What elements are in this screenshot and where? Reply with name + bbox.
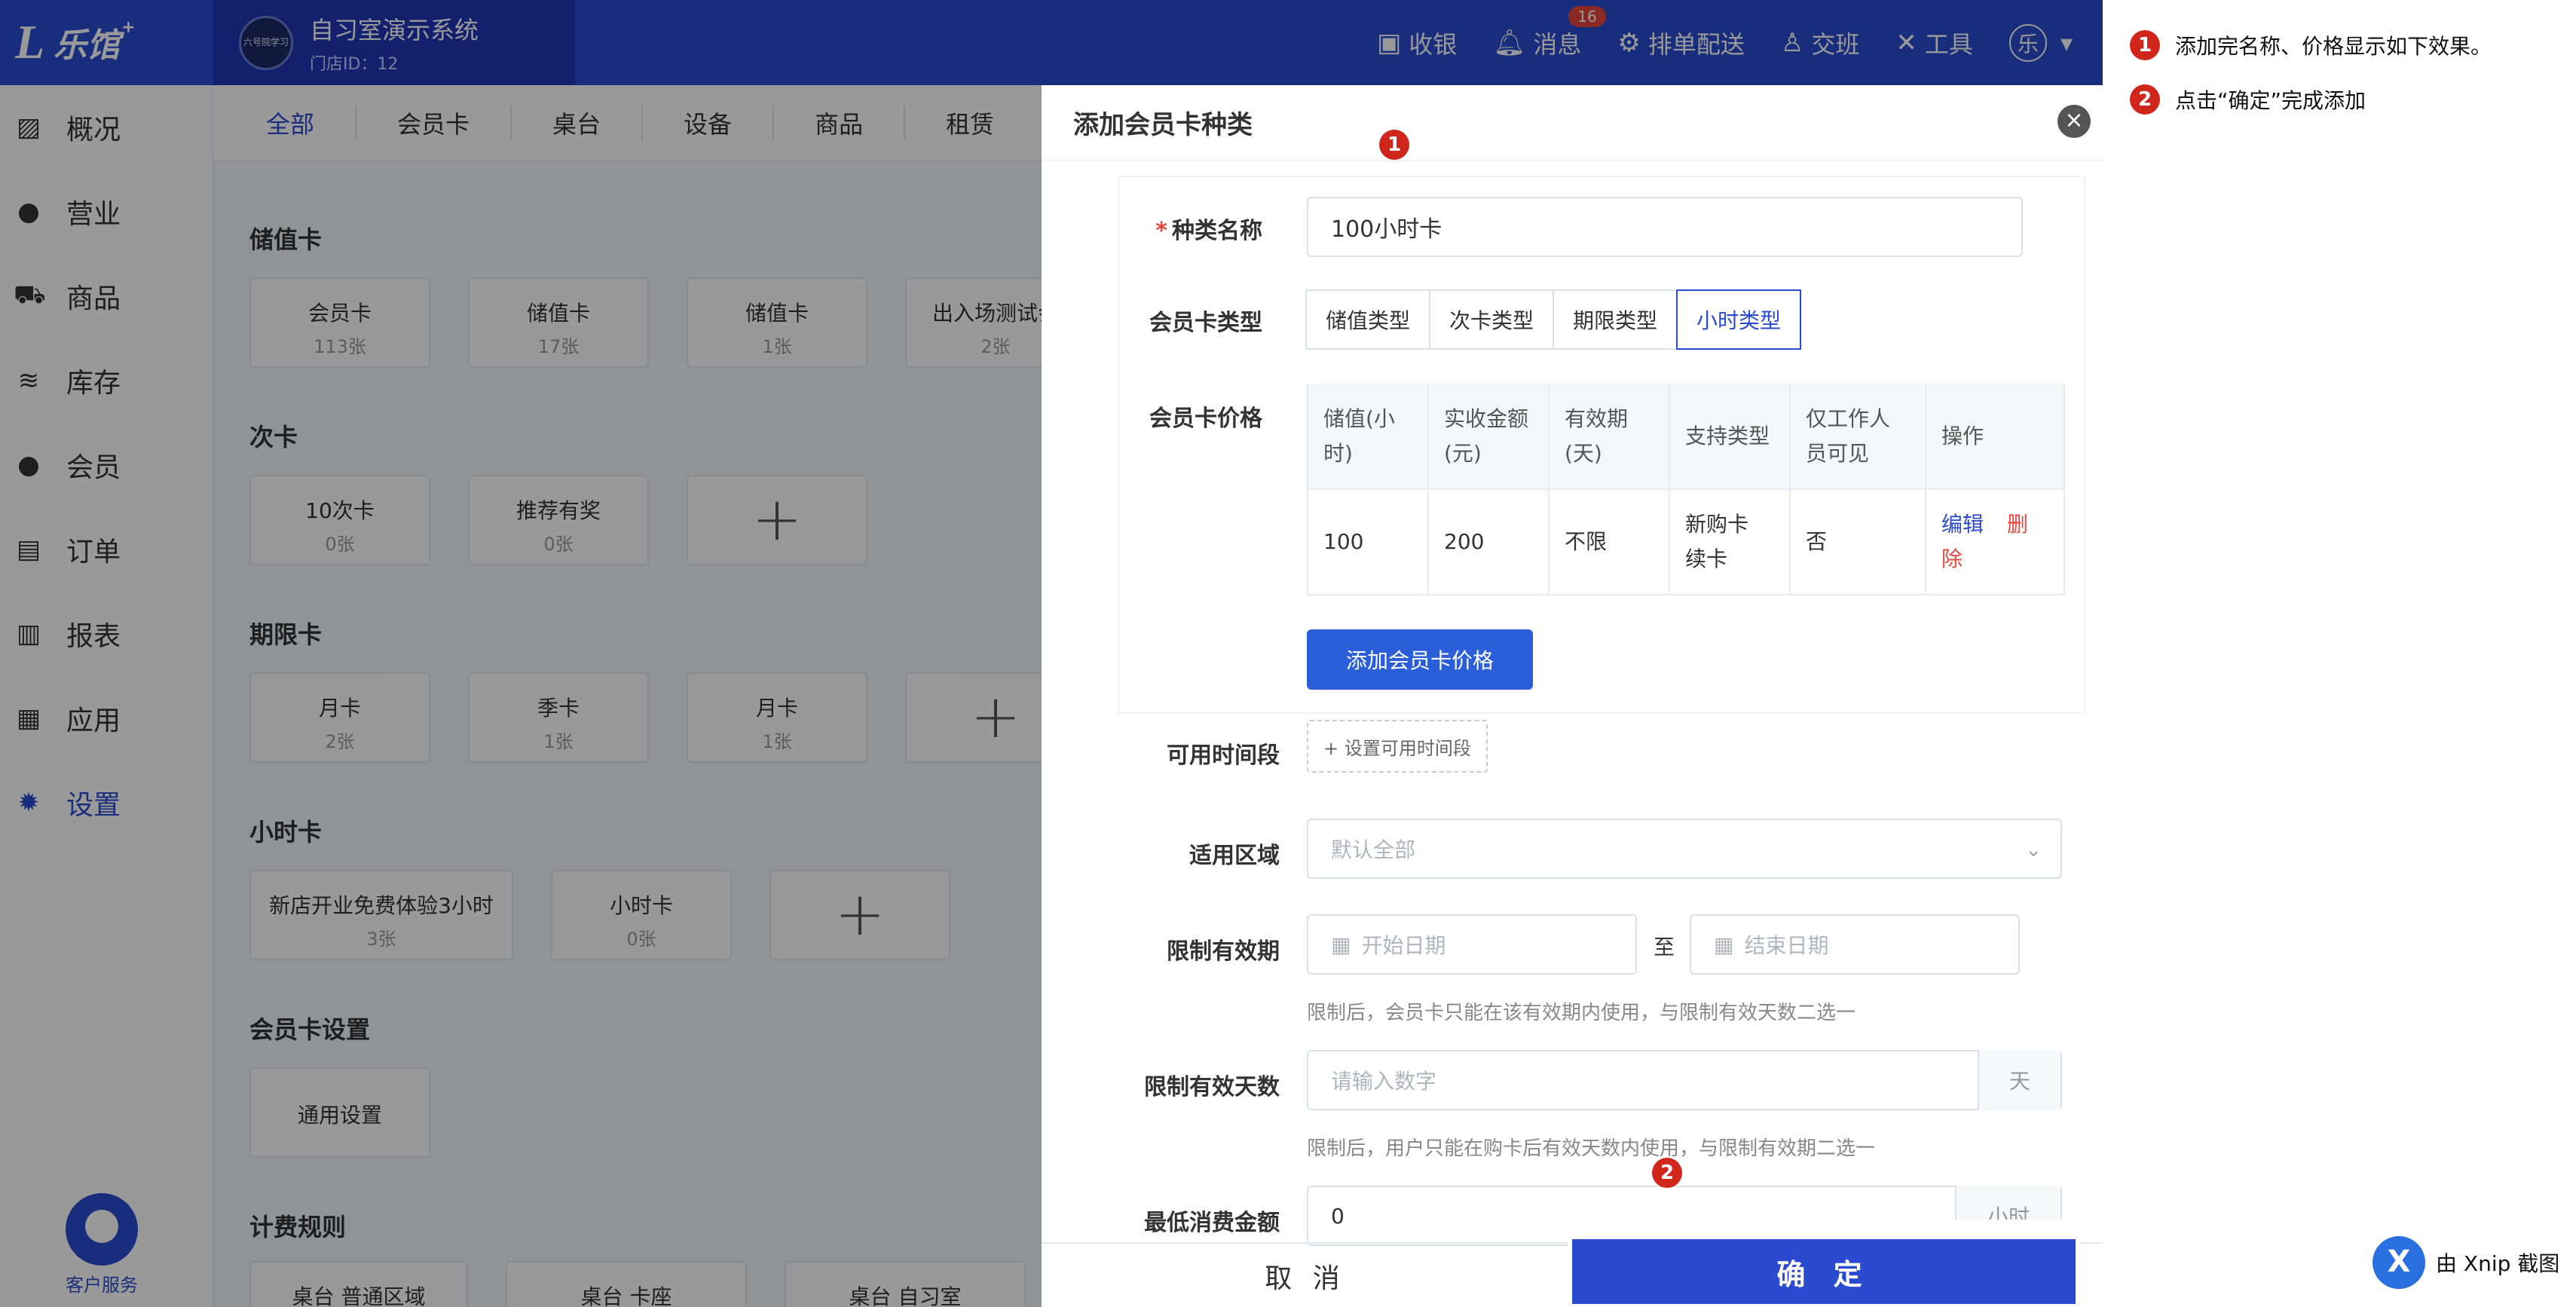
table-row: 100 200 不限 新购卡 续卡 否 编辑 删除 [1308, 489, 2065, 595]
start-date-input[interactable]: ▦ 开始日期 [1307, 914, 1637, 975]
calendar-icon: ▦ [1331, 932, 1351, 957]
column-header: 有效期(天) [1549, 384, 1670, 490]
cell-value: 100 [1308, 489, 1429, 595]
type-label: 会员卡类型 [1149, 310, 1262, 336]
cell-amount: 200 [1428, 489, 1550, 595]
cell-actions: 编辑 删除 [1926, 489, 2065, 595]
days-unit: 天 [1978, 1050, 2060, 1110]
cell-support: 新购卡 续卡 [1669, 489, 1791, 595]
range-separator: 至 [1654, 935, 1675, 960]
chevron-down-icon: ⌄ [2024, 836, 2042, 862]
cell-staff-only: 否 [1790, 489, 1926, 595]
column-header: 仅工作人员可见 [1790, 384, 1926, 490]
type-option-period[interactable]: 期限类型 [1553, 289, 1678, 350]
period-hint: 限制后，会员卡只能在该有效期内使用，与限制有效天数二选一 [1307, 1002, 1856, 1024]
table-header-row: 储值(小时) 实收金额(元) 有效期(天) 支持类型 仅工作人员可见 操作 [1308, 384, 2065, 490]
column-header: 实收金额(元) [1428, 384, 1550, 490]
note-text: 点击“确定”完成添加 [2175, 88, 2366, 113]
min-spend-label: 最低消费金额 [1144, 1210, 1280, 1236]
cancel-button[interactable]: 取 消 [1042, 1244, 1569, 1307]
type-option-stored[interactable]: 储值类型 [1305, 289, 1430, 350]
annotation-panel: 1 添加完名称、价格显示如下效果。 2 点击“确定”完成添加 X 由 Xnip … [2110, 0, 2576, 1307]
end-date-input[interactable]: ▦ 结束日期 [1690, 914, 2020, 975]
area-select[interactable]: 默认全部 ⌄ [1307, 819, 2062, 879]
column-header: 储值(小时) [1308, 384, 1429, 490]
note-item: 1 添加完名称、价格显示如下效果。 [2130, 30, 2492, 60]
days-hint: 限制后，用户只能在购卡后有效天数内使用，与限制有效期二选一 [1307, 1137, 1876, 1160]
column-header: 支持类型 [1669, 384, 1791, 490]
card-type-selector: 储值类型 次卡类型 期限类型 小时类型 [1305, 289, 1801, 350]
name-label: * 种类名称 [1155, 218, 1262, 244]
time-label: 可用时间段 [1167, 742, 1280, 769]
add-price-button[interactable]: 添加会员卡价格 [1307, 629, 1533, 690]
app-window: L 乐馆+ 六号院学习 自习室演示系统 门店ID：12 ▣ 收银 🔔︎ 消息 1… [0, 0, 2103, 1307]
type-option-times[interactable]: 次卡类型 [1429, 289, 1554, 350]
note-number: 1 [2130, 30, 2160, 60]
close-icon[interactable]: × [2057, 105, 2091, 138]
xnip-watermark: X 由 Xnip 截图 [2373, 1236, 2559, 1289]
confirm-highlight: 确 定 [1568, 1220, 2080, 1307]
calendar-icon: ▦ [1714, 932, 1734, 957]
step-marker: 2 [1652, 1158, 1682, 1188]
name-input[interactable]: 100小时卡 [1307, 197, 2023, 257]
type-option-hour[interactable]: 小时类型 [1676, 289, 1801, 350]
period-label: 限制有效期 [1167, 938, 1280, 965]
set-time-button[interactable]: + 设置可用时间段 [1307, 720, 1488, 773]
note-item: 2 点击“确定”完成添加 [2130, 84, 2366, 115]
edit-link[interactable]: 编辑 [1941, 512, 1984, 537]
confirm-button[interactable]: 确 定 [1572, 1239, 2076, 1304]
drawer-title: 添加会员卡种类 [1042, 85, 2103, 161]
note-number: 2 [2130, 84, 2160, 115]
xnip-text: 由 Xnip 截图 [2436, 1251, 2560, 1276]
cell-validity: 不限 [1549, 489, 1670, 595]
note-text: 添加完名称、价格显示如下效果。 [2175, 34, 2492, 59]
price-label: 会员卡价格 [1149, 406, 1262, 432]
step-marker: 1 [1379, 130, 1409, 160]
highlighted-form-section: * 种类名称 100小时卡 会员卡类型 储值类型 次卡类型 期限类型 小时类型 会… [1119, 177, 2084, 712]
price-table: 储值(小时) 实收金额(元) 有效期(天) 支持类型 仅工作人员可见 操作 10… [1307, 384, 2065, 595]
xnip-logo-icon: X [2373, 1236, 2425, 1289]
days-label: 限制有效天数 [1144, 1074, 1280, 1100]
days-input[interactable]: 请输入数字 天 [1307, 1050, 2062, 1110]
area-label: 适用区域 [1189, 843, 1280, 869]
column-header: 操作 [1926, 384, 2065, 490]
